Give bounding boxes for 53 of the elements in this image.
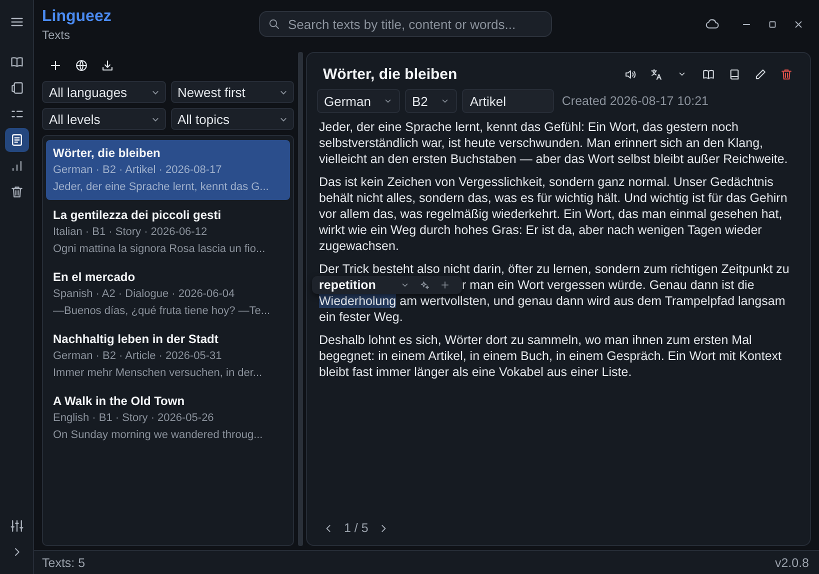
search-field[interactable]: Search texts by title, content or words... <box>259 11 552 37</box>
text-list-item[interactable]: La gentilezza dei piccoli gesti Italian · B1 · Story · 2026-06-12 Ogni mattina la signora Rosa lascia un fio... <box>46 202 290 262</box>
cloud-icon <box>705 17 719 31</box>
translation-word: repetition <box>319 277 376 293</box>
language-filter[interactable]: All languages <box>42 81 166 103</box>
text-list-item[interactable]: A Walk in the Old Town English · B1 · Story · 2026-05-26 On Sunday morning we wandered throug... <box>46 388 290 448</box>
paragraph: Jeder, der eine Sprache lernt, kennt das Gefühl: Ein Wort, das gestern noch selbstverständlich war, ist heute verschwunden. Man erinnert sich an den Klang, vielleicht an den ersten Buchstaben — aber das Wort selbst bleibt außer Reichweite. <box>319 119 789 167</box>
document-nav-button[interactable] <box>4 128 28 152</box>
section-title: Texts <box>42 27 72 43</box>
paragraph: Wiederholung am wertvollsten, und genau dann wird aus dem Trampelpfad langsam ein fester Weg. <box>319 294 786 324</box>
search-icon <box>268 18 280 30</box>
text-count: Texts: 5 <box>42 556 86 570</box>
text-list-item[interactable]: Wörter, die bleiben German · B2 · Artikel · 2026-08-17 Jeder, der eine Sprache lernt, kennt das G... <box>46 140 290 200</box>
book-icon <box>10 55 24 69</box>
plus-icon <box>440 280 450 290</box>
pencil-icon <box>754 68 766 80</box>
globe-icon <box>74 58 88 72</box>
paragraph: Das ist kein Zeichen von Vergesslichkeit, sondern ganz normal. Unser Gedächtnis behält nicht alles, sondern das, was es für wichtig hält. Und wichtig ist für das Gehirn vor allem das, was regelmäßig wiederkehrt. Ein Wort, das man einmal gesehen hat, wirkt wie ein Weg durch hohes Gras: Er ist da, aber nach wenigen Tagen wieder zugewachsen. <box>319 174 788 254</box>
created-date: Created 2026-08-17 10:21 <box>562 94 709 108</box>
topic-field[interactable]: Artikel <box>462 89 554 113</box>
speaker-icon <box>624 68 636 80</box>
sort-select[interactable]: Newest first <box>170 81 294 103</box>
download-icon <box>100 58 114 72</box>
paragraph: Deshalb lohnt es sich, Wörter dort zu sammeln, wo man ihnen zum ersten Mal begegnet: in einem Artikel, in einem Buch, in einem Gespräch. Ein Wort mit Kontext bleibt fast immer länger als eine Vokabel aus einer Liste. <box>319 332 782 380</box>
maximize-icon <box>766 18 778 30</box>
paragraph-line: Der Trick besteht also nicht darin, öfter zu lernen, sondern zum richtigen Zeitpunkt zu <box>319 261 790 277</box>
version-label: v2.0.8 <box>774 556 809 570</box>
plus-icon <box>48 58 62 72</box>
trash-icon <box>780 68 792 80</box>
sparkle-icon <box>420 280 430 290</box>
text-list-item[interactable]: En el mercado Spanish · A2 · Dialogue · 2026-06-04 —Buenos días, ¿qué fruta tiene hoy? —Te... <box>46 264 290 324</box>
chart-icon <box>10 159 24 173</box>
page-indicator: 1 / 5 <box>344 521 368 535</box>
trash-icon <box>10 185 24 199</box>
menu-icon <box>10 15 24 29</box>
close-icon <box>792 18 804 30</box>
book-icon <box>728 68 740 80</box>
book-icon <box>702 68 714 80</box>
sliders-icon <box>10 519 24 533</box>
level-select[interactable]: B2 <box>404 89 457 113</box>
text-list-item[interactable]: Nachhaltig leben in der Stadt German · B2 · Article · 2026-05-31 Immer mehr Menschen versuchen, in der... <box>46 326 290 386</box>
partial-line: r man ein Wort vergessen würde. Genau dann ist die <box>462 278 754 292</box>
highlighted-word[interactable]: Wiederholung <box>319 294 396 308</box>
text-title: Wörter, die bleiben <box>323 66 458 82</box>
app-logo-text: Lingueez <box>42 7 112 27</box>
level-filter[interactable]: All levels <box>42 108 166 130</box>
sparkle-button[interactable] <box>420 280 430 290</box>
cards-icon <box>10 81 24 95</box>
translate-icon <box>650 68 662 80</box>
document-icon <box>10 133 24 147</box>
language-select[interactable]: German <box>317 89 400 113</box>
topic-filter[interactable]: All topics <box>170 108 294 130</box>
add-word-button[interactable] <box>440 280 450 290</box>
